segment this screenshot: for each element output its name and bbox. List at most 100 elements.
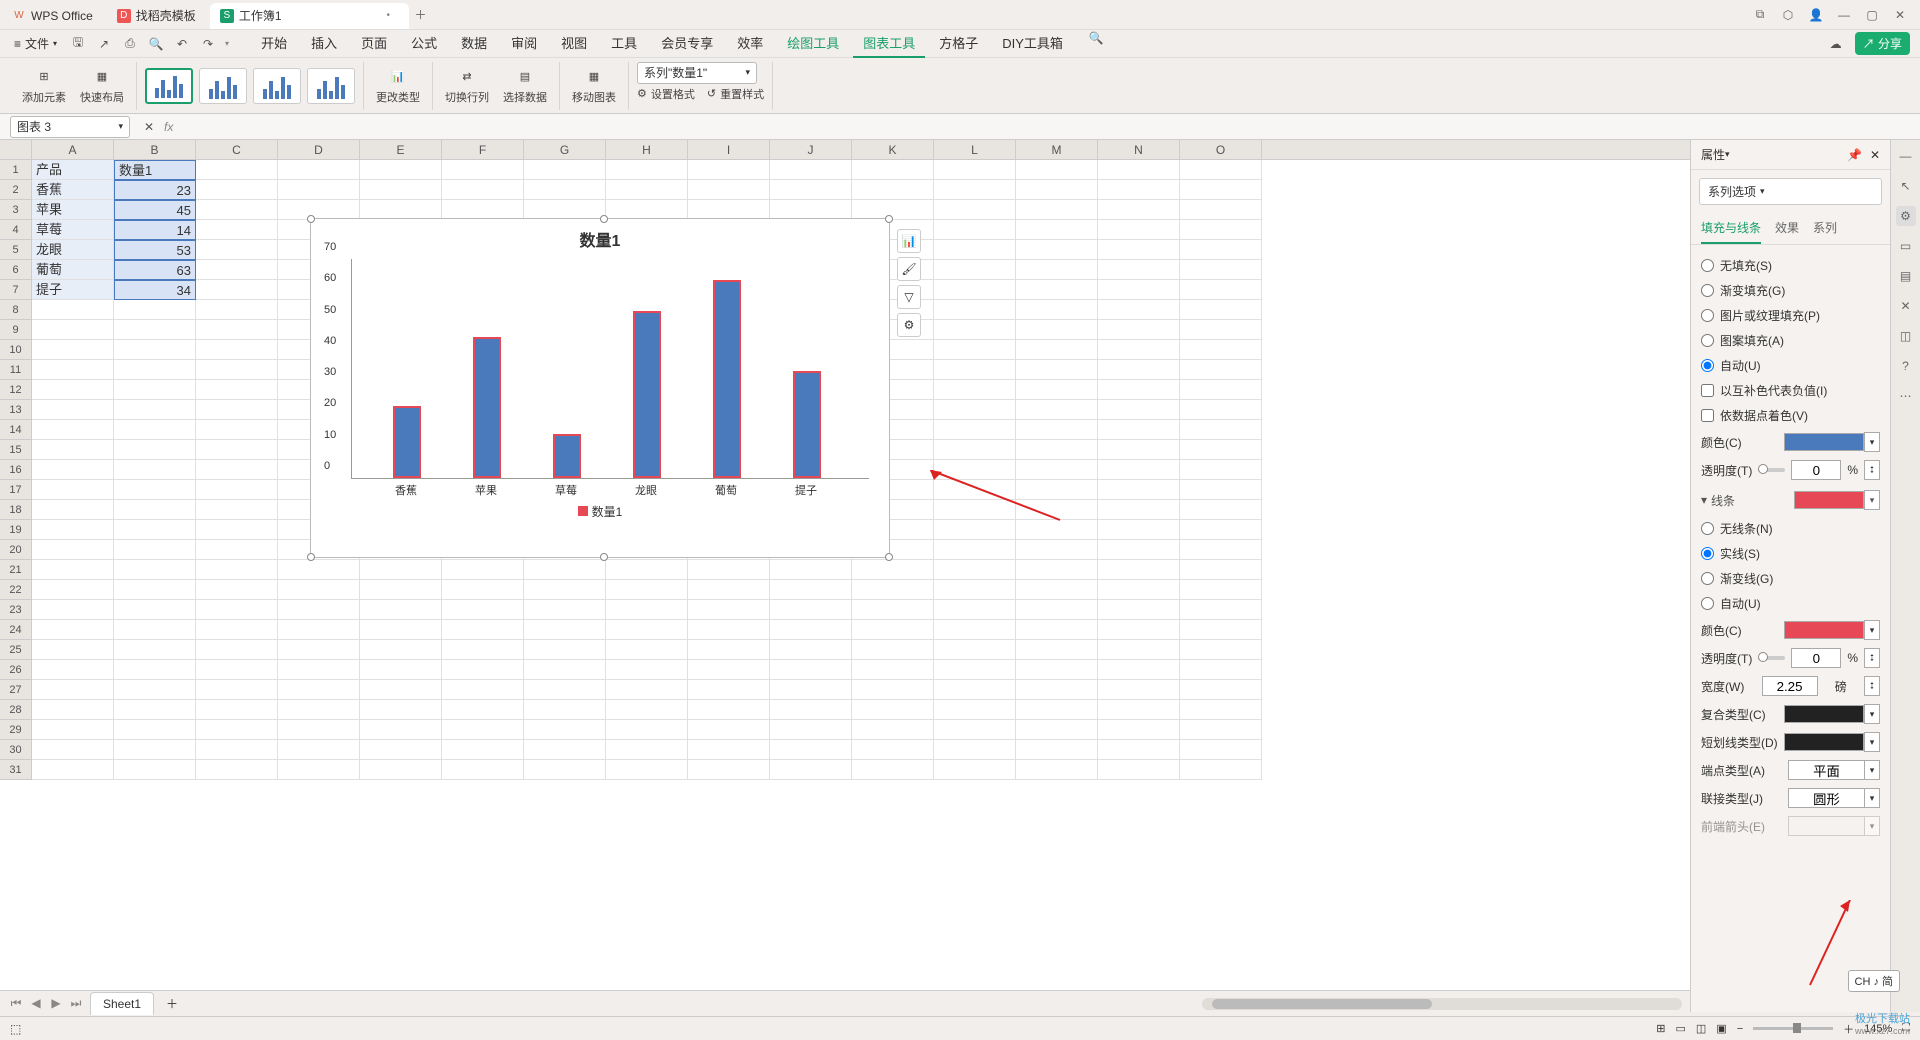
- file-menu[interactable]: ≡ 文件 ▾: [10, 33, 61, 54]
- set-format-button[interactable]: ⚙ 设置格式: [637, 86, 695, 102]
- change-type-button[interactable]: 📊 更改类型: [372, 65, 424, 107]
- chart-elements-button[interactable]: 📊: [897, 229, 921, 253]
- col-header[interactable]: E: [360, 140, 442, 159]
- tab-chart-tools[interactable]: 图表工具: [853, 29, 925, 58]
- vary-colors-check[interactable]: 依数据点着色(V): [1701, 403, 1880, 428]
- row-header[interactable]: 28: [0, 700, 32, 720]
- fill-none-radio[interactable]: 无填充(S): [1701, 253, 1880, 278]
- row-header[interactable]: 7: [0, 280, 32, 300]
- maximize-button[interactable]: ▢: [1864, 7, 1880, 23]
- chart-style-2[interactable]: [199, 68, 247, 104]
- chart-style-button[interactable]: 🖌: [897, 257, 921, 281]
- line-gradient-radio[interactable]: 渐变线(G): [1701, 566, 1880, 591]
- compound-swatch[interactable]: [1784, 705, 1864, 723]
- tab-review[interactable]: 审阅: [501, 29, 547, 58]
- row-header[interactable]: 12: [0, 380, 32, 400]
- zoom-in-icon[interactable]: ＋: [1843, 1021, 1854, 1037]
- window-icon-1[interactable]: ⧉: [1752, 7, 1768, 23]
- chevron-down-icon[interactable]: ▾: [1864, 788, 1880, 808]
- row-header[interactable]: 17: [0, 480, 32, 500]
- name-box[interactable]: 图表 3 ▾: [10, 116, 130, 138]
- chart-object[interactable]: 数量1 010203040506070香蕉苹果草莓龙眼葡萄提子 数量1 📊 🖌 …: [310, 218, 890, 558]
- spinner-icon[interactable]: ⭥: [1864, 676, 1880, 696]
- chart-style-3[interactable]: [253, 68, 301, 104]
- chevron-down-icon[interactable]: ▾: [1864, 490, 1880, 510]
- join-select[interactable]: [1788, 788, 1864, 808]
- fill-color-swatch[interactable]: [1784, 433, 1864, 451]
- row-header[interactable]: 9: [0, 320, 32, 340]
- cancel-formula-icon[interactable]: ✕: [140, 118, 158, 136]
- view-page-icon[interactable]: ▭: [1676, 1022, 1686, 1035]
- chart-bar[interactable]: [633, 311, 661, 478]
- settings-tool-icon[interactable]: ⚙: [1896, 206, 1916, 226]
- share-button[interactable]: ↗ 分享: [1855, 32, 1910, 55]
- chart-style-4[interactable]: [307, 68, 355, 104]
- row-header[interactable]: 1: [0, 160, 32, 180]
- select-all-corner[interactable]: [0, 140, 32, 159]
- row-header[interactable]: 10: [0, 340, 32, 360]
- redo-icon[interactable]: ↷: [199, 35, 217, 53]
- row-header[interactable]: 11: [0, 360, 32, 380]
- chart-bar[interactable]: [553, 434, 581, 478]
- col-header[interactable]: H: [606, 140, 688, 159]
- switch-rowcol-button[interactable]: ⇄ 切换行列: [441, 65, 493, 107]
- tab-data[interactable]: 数据: [451, 29, 497, 58]
- add-element-button[interactable]: ⊞ 添加元素: [18, 65, 70, 107]
- dash-swatch[interactable]: [1784, 733, 1864, 751]
- row-header[interactable]: 16: [0, 460, 32, 480]
- more-tool-icon[interactable]: ⋯: [1896, 386, 1916, 406]
- cloud-icon[interactable]: ☁: [1827, 35, 1845, 53]
- col-header[interactable]: M: [1016, 140, 1098, 159]
- print-preview-icon[interactable]: 🔍: [147, 35, 165, 53]
- row-header[interactable]: 26: [0, 660, 32, 680]
- chevron-down-icon[interactable]: ▾: [225, 39, 229, 48]
- view-split-icon[interactable]: ◫: [1696, 1022, 1706, 1035]
- worksheet[interactable]: A B C D E F G H I J K L M N O 1234567891…: [0, 140, 1690, 1012]
- col-header[interactable]: J: [770, 140, 852, 159]
- chevron-down-icon[interactable]: ▾: [1864, 620, 1880, 640]
- chevron-down-icon[interactable]: ▾: [1864, 760, 1880, 780]
- tab-view[interactable]: 视图: [551, 29, 597, 58]
- undo-icon[interactable]: ↶: [173, 35, 191, 53]
- layout-tool-icon[interactable]: ◫: [1896, 326, 1916, 346]
- fill-auto-radio[interactable]: 自动(U): [1701, 353, 1880, 378]
- minimize-button[interactable]: —: [1836, 7, 1852, 23]
- line-preview-swatch[interactable]: [1794, 491, 1864, 509]
- spinner-icon[interactable]: ⭥: [1864, 460, 1880, 480]
- save-icon[interactable]: 🖫: [69, 35, 87, 53]
- tab-efficiency[interactable]: 效率: [727, 29, 773, 58]
- chevron-down-icon[interactable]: ▾: [1864, 432, 1880, 452]
- row-header[interactable]: 15: [0, 440, 32, 460]
- move-chart-button[interactable]: ▦ 移动图表: [568, 65, 620, 107]
- row-header[interactable]: 22: [0, 580, 32, 600]
- line-none-radio[interactable]: 无线条(N): [1701, 516, 1880, 541]
- add-sheet-button[interactable]: ＋: [160, 993, 184, 1014]
- invert-negative-check[interactable]: 以互补色代表负值(I): [1701, 378, 1880, 403]
- line-color-swatch[interactable]: [1784, 621, 1864, 639]
- chevron-down-icon[interactable]: ▾: [1864, 732, 1880, 752]
- line-auto-radio[interactable]: 自动(U): [1701, 591, 1880, 616]
- avatar-icon[interactable]: 👤: [1808, 7, 1824, 23]
- fx-icon[interactable]: fx: [164, 120, 173, 134]
- row-header[interactable]: 30: [0, 740, 32, 760]
- row-header[interactable]: 29: [0, 720, 32, 740]
- tab-drawing-tools[interactable]: 绘图工具: [777, 29, 849, 58]
- prop-tab-effect[interactable]: 效果: [1775, 213, 1799, 244]
- line-solid-radio[interactable]: 实线(S): [1701, 541, 1880, 566]
- tab-home[interactable]: 开始: [251, 29, 297, 58]
- pin-icon[interactable]: 📌: [1847, 148, 1862, 162]
- col-header[interactable]: A: [32, 140, 114, 159]
- col-header[interactable]: N: [1098, 140, 1180, 159]
- line-transp-slider[interactable]: [1758, 656, 1785, 660]
- tab-insert[interactable]: 插入: [301, 29, 347, 58]
- chevron-down-icon[interactable]: ▾: [1864, 704, 1880, 724]
- tab-diy[interactable]: DIY工具箱: [992, 29, 1073, 58]
- line-section-header[interactable]: ▾ 线条 ▾: [1701, 484, 1880, 516]
- col-header[interactable]: O: [1180, 140, 1262, 159]
- formula-input[interactable]: [179, 116, 1920, 138]
- horizontal-scrollbar[interactable]: [1202, 998, 1682, 1010]
- col-header[interactable]: G: [524, 140, 606, 159]
- select-data-button[interactable]: ▤ 选择数据: [499, 65, 551, 107]
- row-header[interactable]: 14: [0, 420, 32, 440]
- tab-member[interactable]: 会员专享: [651, 29, 723, 58]
